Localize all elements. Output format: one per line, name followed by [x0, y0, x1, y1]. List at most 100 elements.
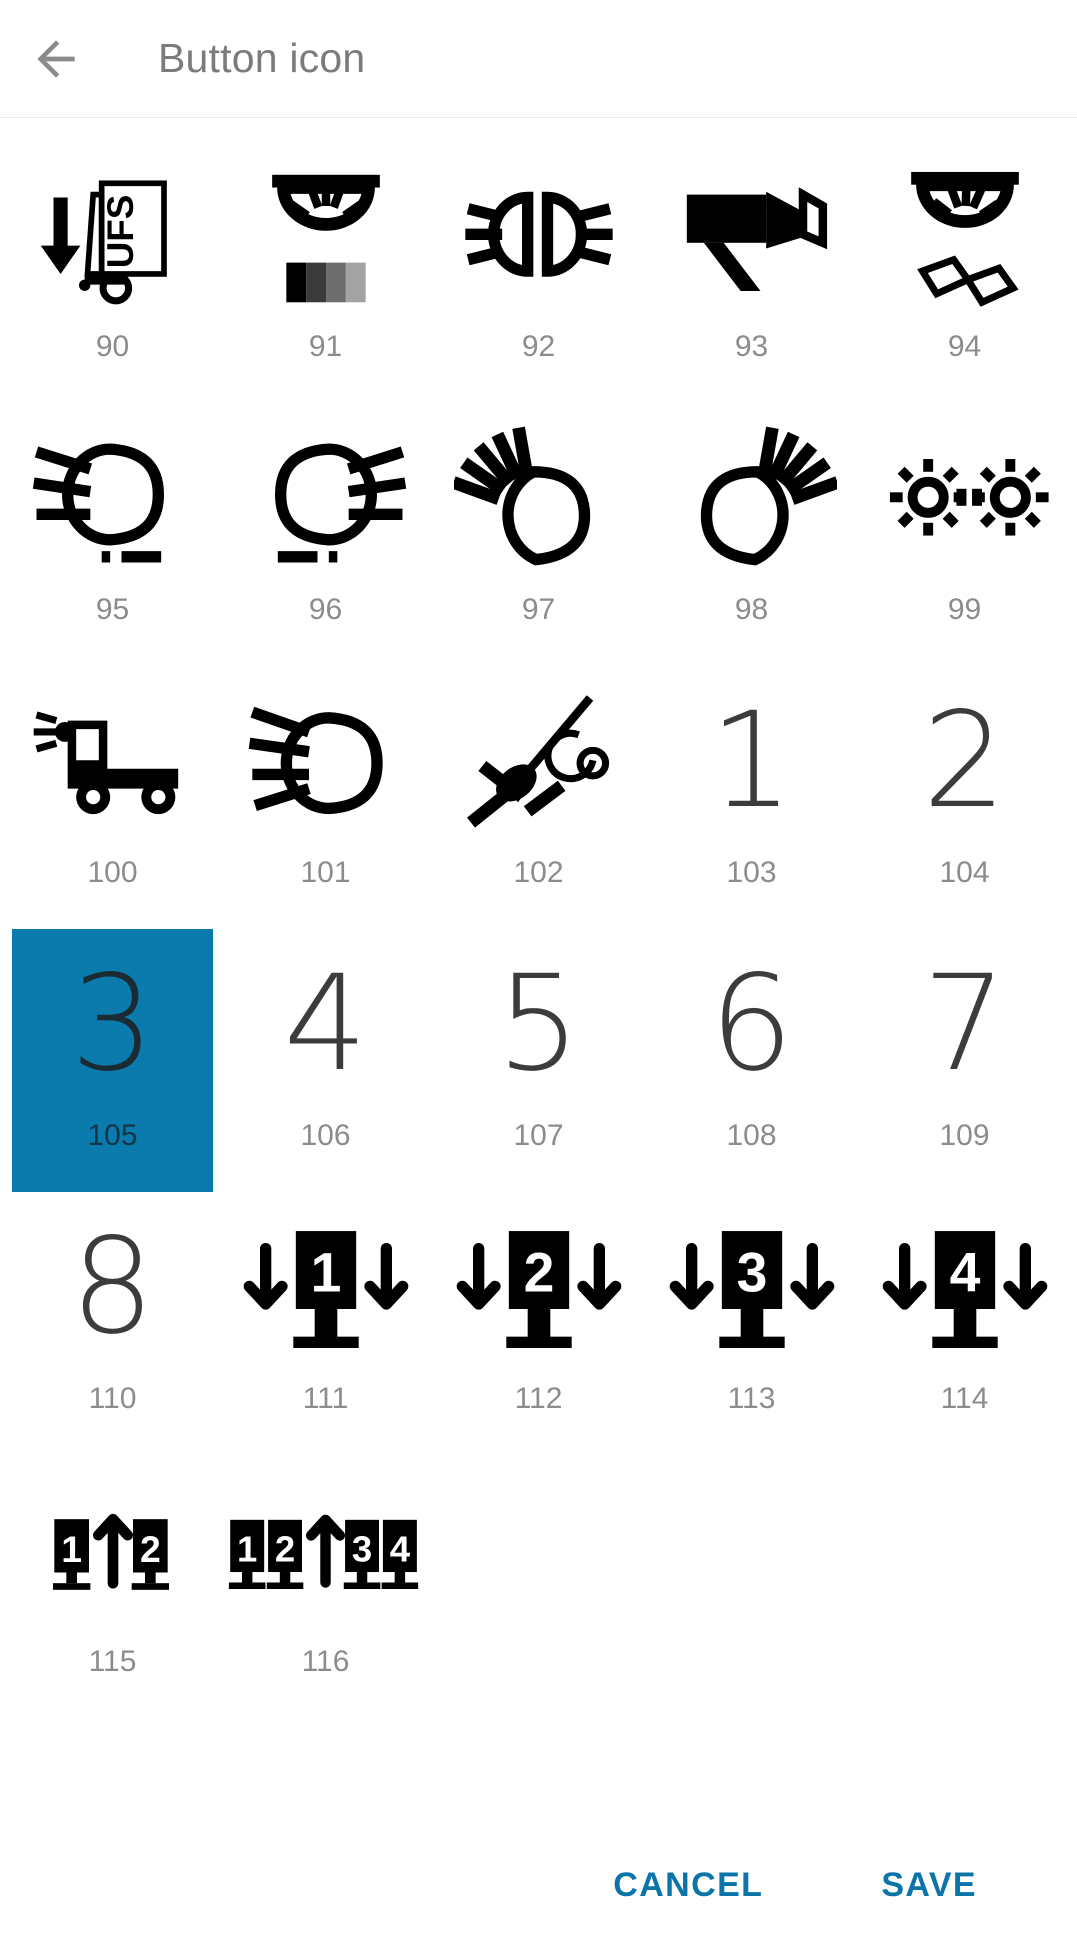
icon-number-label: 96: [308, 593, 343, 626]
headlight-beam-icon: [225, 666, 426, 856]
icon-cell-111[interactable]: 1 111: [225, 1192, 426, 1455]
save-button[interactable]: SAVE: [855, 1848, 1003, 1923]
svg-text:1: 1: [310, 1241, 341, 1303]
reading-light-book-icon: [864, 140, 1065, 330]
svg-text:2: 2: [523, 1241, 554, 1303]
digit-glyph: 1: [709, 684, 794, 838]
icon-number-label: 108: [726, 1119, 777, 1152]
double-headlight-beams-icon: [438, 140, 639, 330]
axle-lift-1-down-icon: 1: [225, 1192, 426, 1382]
icon-number-label: 97: [521, 593, 556, 626]
low-beam-left-icon: [12, 403, 213, 593]
icon-number-label: 90: [95, 330, 130, 363]
icon-number-label: 93: [734, 330, 769, 363]
icon-number-label: 92: [521, 330, 556, 363]
axle-transfer-1-up-2-icon: 12: [12, 1455, 213, 1645]
arrow-back-icon: [28, 31, 84, 87]
icon-cell-102[interactable]: 102: [438, 666, 639, 929]
page-title: Button icon: [158, 35, 366, 81]
digit-3-icon: 3: [12, 929, 213, 1119]
svg-text:2: 2: [275, 1528, 295, 1569]
icon-cell-109[interactable]: 7 109: [864, 929, 1065, 1192]
icon-cell-90[interactable]: UFS 90: [12, 140, 213, 403]
icon-number-label: 95: [95, 593, 130, 626]
icon-number-label: 114: [940, 1382, 989, 1415]
svg-text:1: 1: [237, 1528, 257, 1569]
icon-number-label: 111: [302, 1382, 349, 1415]
work-lamp-diagonal-icon: [438, 666, 639, 856]
icon-cell-97[interactable]: 97: [438, 403, 639, 666]
icon-cell-99[interactable]: 99: [864, 403, 1065, 666]
icon-number-label: 99: [947, 593, 982, 626]
icon-cell-114[interactable]: 4 114: [864, 1192, 1065, 1455]
icon-number-label: 106: [300, 1119, 351, 1152]
high-beam-right-icon: [651, 403, 852, 593]
axle-lift-3-down-icon: 3: [651, 1192, 852, 1382]
digit-glyph: 2: [922, 684, 1007, 838]
icon-cell-105[interactable]: 3 105: [12, 929, 213, 1192]
icon-grid: UFS 90 91 92 93 94 95 96 97 98 99 100 101 102 1 103 2 104…: [0, 118, 1077, 1718]
icon-number-label: 100: [87, 856, 138, 889]
icon-cell-96[interactable]: 96: [225, 403, 426, 666]
icon-cell-101[interactable]: 101: [225, 666, 426, 929]
icon-number-label: 116: [301, 1645, 350, 1678]
app-bar: Button icon: [0, 0, 1077, 118]
svg-text:1: 1: [61, 1527, 82, 1569]
icon-cell-104[interactable]: 2 104: [864, 666, 1065, 929]
icon-cell-112[interactable]: 2 112: [438, 1192, 639, 1455]
low-beam-right-icon: [225, 403, 426, 593]
digit-glyph: 6: [709, 947, 794, 1101]
icon-number-label: 91: [308, 330, 343, 363]
forklift-ufs-down-arrow-icon: UFS: [12, 140, 213, 330]
cancel-button[interactable]: CANCEL: [587, 1848, 789, 1923]
dialog-actions: CANCEL SAVE: [0, 1810, 1077, 1960]
double-sun-daytime-lights-icon: [864, 403, 1065, 593]
icon-cell-108[interactable]: 6 108: [651, 929, 852, 1192]
icon-cell-98[interactable]: 98: [651, 403, 852, 666]
icon-cell-92[interactable]: 92: [438, 140, 639, 403]
icon-number-label: 105: [87, 1119, 138, 1152]
digit-glyph: 8: [70, 1210, 155, 1364]
icon-cell-103[interactable]: 1 103: [651, 666, 852, 929]
icon-cell-100[interactable]: 100: [12, 666, 213, 929]
icon-number-label: 109: [939, 1119, 990, 1152]
digit-2-icon: 2: [864, 666, 1065, 856]
icon-cell-107[interactable]: 5 107: [438, 929, 639, 1192]
icon-cell-115[interactable]: 1 2 115: [12, 1455, 213, 1718]
icon-number-label: 102: [513, 856, 564, 889]
icon-cell-113[interactable]: 3 113: [651, 1192, 852, 1455]
icon-cell-95[interactable]: 95: [12, 403, 213, 666]
axle-lift-2-down-icon: 2: [438, 1192, 639, 1382]
spotlight-projector-icon: [651, 140, 852, 330]
digit-glyph: 5: [496, 947, 581, 1101]
icon-cell-93[interactable]: 93: [651, 140, 852, 403]
digit-7-icon: 7: [864, 929, 1065, 1119]
icon-cell-91[interactable]: 91: [225, 140, 426, 403]
icon-cell-94[interactable]: 94: [864, 140, 1065, 403]
svg-text:4: 4: [949, 1241, 980, 1303]
icon-number-label: 103: [726, 856, 777, 889]
svg-text:UFS: UFS: [99, 195, 140, 269]
axle-transfer-12-up-34-icon: 12 34: [225, 1455, 426, 1645]
icon-cell-116[interactable]: 1 2 3 4 116: [225, 1455, 426, 1718]
icon-number-label: 115: [88, 1645, 137, 1678]
icon-number-label: 110: [88, 1382, 137, 1415]
digit-glyph: 7: [922, 947, 1007, 1101]
digit-1-icon: 1: [651, 666, 852, 856]
back-button[interactable]: [0, 0, 112, 118]
digit-5-icon: 5: [438, 929, 639, 1119]
icon-cell-106[interactable]: 4 106: [225, 929, 426, 1192]
icon-number-label: 94: [947, 330, 982, 363]
truck-headlight-icon: [12, 666, 213, 856]
digit-6-icon: 6: [651, 929, 852, 1119]
digit-8-icon: 8: [12, 1192, 213, 1382]
svg-text:3: 3: [352, 1528, 372, 1569]
svg-text:3: 3: [736, 1241, 767, 1303]
icon-number-label: 98: [734, 593, 769, 626]
icon-cell-110[interactable]: 8 110: [12, 1192, 213, 1455]
digit-glyph: 4: [283, 947, 368, 1101]
axle-lift-4-down-icon: 4: [864, 1192, 1065, 1382]
digit-4-icon: 4: [225, 929, 426, 1119]
icon-number-label: 107: [513, 1119, 564, 1152]
digit-glyph: 3: [70, 947, 155, 1101]
